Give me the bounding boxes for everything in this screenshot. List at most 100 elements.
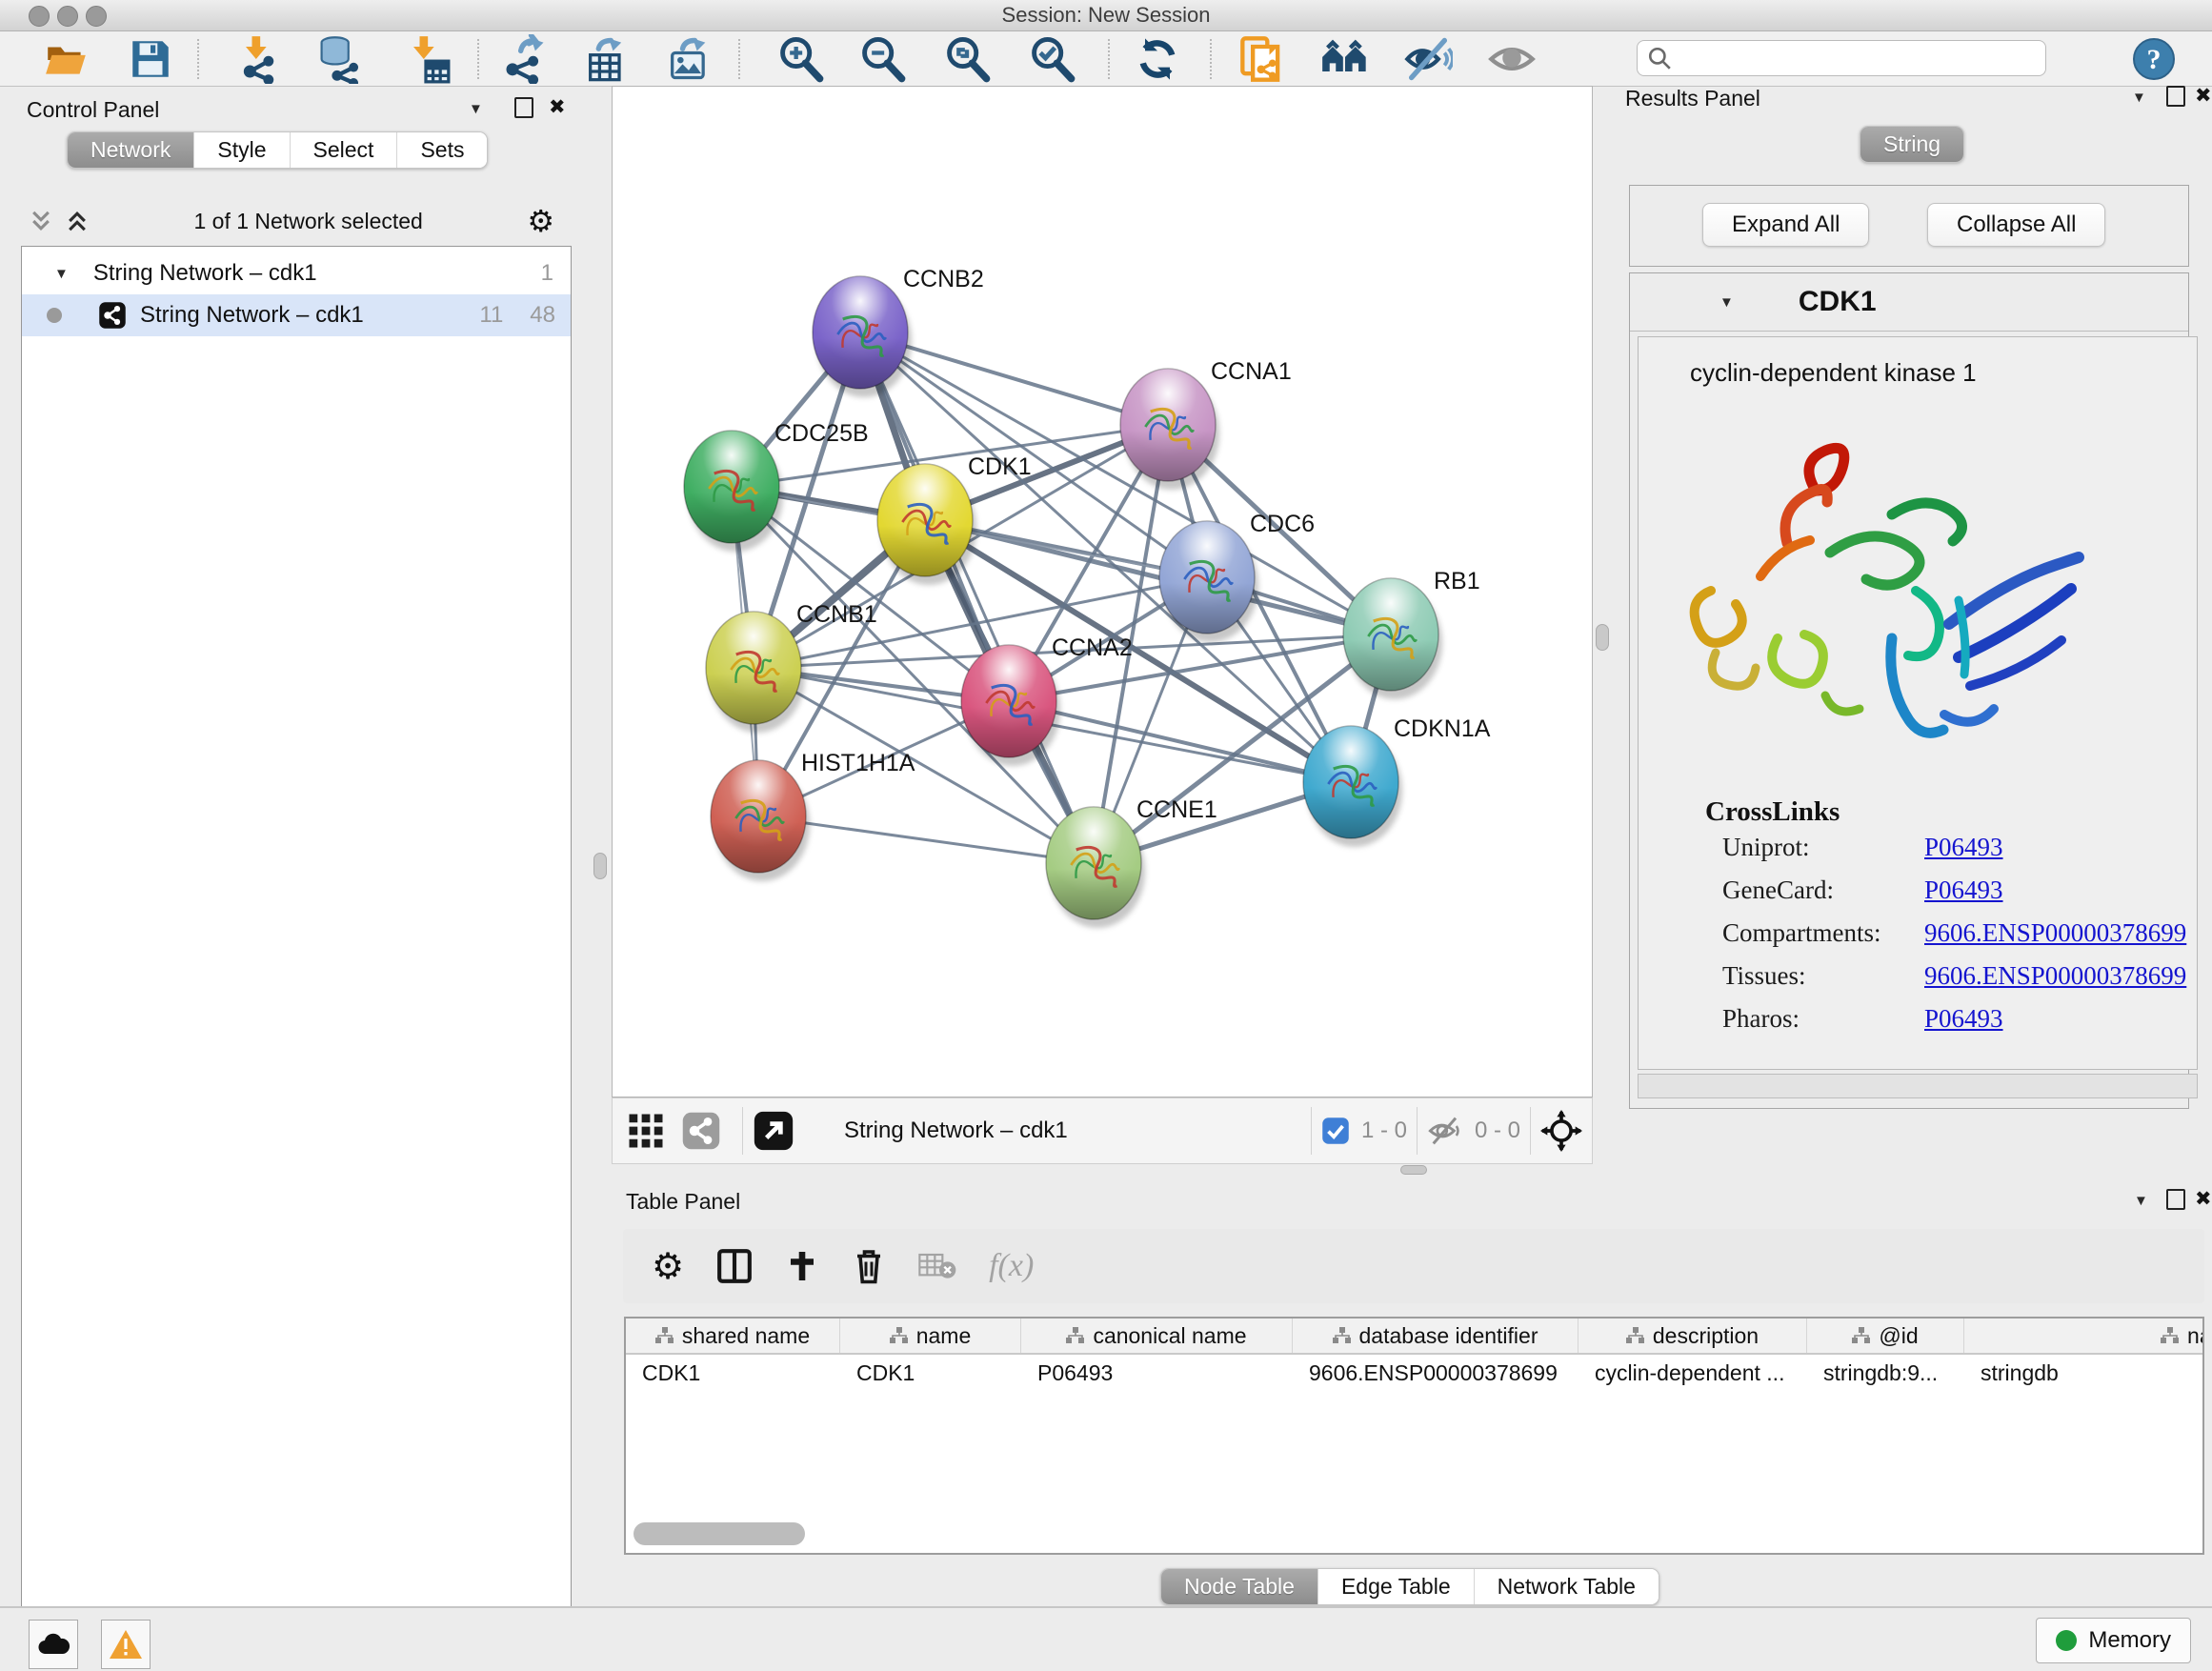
export-network-icon[interactable] [498, 35, 552, 83]
add-column-icon[interactable] [785, 1249, 819, 1283]
table-cell[interactable]: stringdb:9... [1807, 1355, 1964, 1391]
node-CDKN1A[interactable]: CDKN1A [1303, 715, 1491, 847]
search-input[interactable] [1672, 45, 2028, 71]
edge-CCNB2-CCNE1[interactable] [860, 332, 1094, 863]
column-header-name[interactable]: name [840, 1319, 1021, 1353]
crosslink-link[interactable]: 9606.ENSP00000378699 [1924, 961, 2170, 991]
zoom-fit-icon[interactable] [940, 35, 994, 83]
tab-select[interactable]: Select [291, 132, 398, 168]
node-CCNB1[interactable]: CCNB1 [706, 601, 877, 733]
float-panel-icon[interactable] [2166, 1189, 2185, 1216]
table-cell[interactable]: 9606.ENSP00000378699 [1293, 1355, 1579, 1391]
column-header-namespace[interactable]: namespace [1964, 1319, 2204, 1353]
memory-button[interactable]: Memory [2036, 1618, 2191, 1663]
expand-all-networks-icon[interactable] [29, 209, 53, 233]
tab-network-table[interactable]: Network Table [1475, 1569, 1659, 1604]
results-tab-string[interactable]: String [1860, 126, 1964, 163]
column-header-database-identifier[interactable]: database identifier [1293, 1319, 1579, 1353]
delete-column-icon[interactable] [852, 1247, 886, 1285]
search-field[interactable] [1637, 40, 2046, 76]
float-panel-icon[interactable] [514, 97, 533, 124]
table-cell[interactable]: CDK1 [626, 1355, 840, 1391]
crosslink-link[interactable]: P06493 [1924, 876, 2170, 905]
open-file-icon[interactable] [40, 35, 93, 83]
node-CCNB2[interactable]: CCNB2 [813, 266, 984, 397]
network-options-gear-icon[interactable]: ⚙ [527, 203, 554, 239]
clone-network-icon[interactable] [1237, 35, 1290, 83]
close-panel-icon[interactable]: ✖ [2195, 85, 2212, 106]
network-collection-row[interactable]: ▼ String Network – cdk1 1 [22, 252, 571, 294]
node-CCNE1[interactable]: CCNE1 [1046, 796, 1217, 928]
tab-network[interactable]: Network [68, 132, 194, 168]
export-table-icon[interactable] [580, 35, 633, 83]
column-header--id[interactable]: @id [1807, 1319, 1964, 1353]
node-table[interactable]: shared namenamecanonical namedatabase id… [624, 1317, 2204, 1555]
cloud-button[interactable] [29, 1620, 78, 1669]
nested-networks-icon[interactable] [1318, 35, 1372, 83]
import-network-database-icon[interactable] [312, 35, 366, 83]
tab-style[interactable]: Style [194, 132, 290, 168]
crosslink-link[interactable]: 9606.ENSP00000378699 [1924, 918, 2170, 948]
birdseye-navigator-icon[interactable] [1540, 1110, 1582, 1152]
column-header-canonical-name[interactable]: canonical name [1021, 1319, 1293, 1353]
crosslink-label: Tissues: [1722, 961, 1806, 991]
table-hscrollbar[interactable] [633, 1522, 805, 1545]
crosslink-row: Uniprot:P06493 [1722, 833, 2170, 862]
expand-all-button[interactable]: Expand All [1702, 203, 1869, 247]
network-canvas[interactable]: CCNB2CCNA1CDC25BCDK1CDC6RB1CCNB1CCNA2CDK… [612, 86, 1593, 1097]
crosslink-link[interactable]: P06493 [1924, 833, 2170, 862]
network-row[interactable]: String Network – cdk1 11 48 [22, 294, 571, 336]
close-panel-icon[interactable]: ✖ [2195, 1188, 2212, 1209]
column-header-description[interactable]: description [1579, 1319, 1807, 1353]
protein-section-header[interactable]: ▼ CDK1 [1630, 273, 2188, 332]
hidden-eye-icon[interactable] [1427, 1115, 1465, 1147]
table-cell[interactable]: cyclin-dependent ... [1579, 1355, 1807, 1391]
refresh-icon[interactable] [1131, 35, 1184, 83]
function-builder-icon: f(x) [989, 1248, 1034, 1284]
tab-edge-table[interactable]: Edge Table [1318, 1569, 1475, 1604]
table-cell[interactable]: stringdb [1964, 1355, 2204, 1391]
left-splitter[interactable] [591, 86, 610, 1606]
panel-menu-icon[interactable]: ▼ [469, 99, 483, 120]
save-session-icon[interactable] [124, 35, 177, 83]
protein-name: CDK1 [1799, 286, 1877, 318]
table-row[interactable]: CDK1CDK1P064939606.ENSP00000378699cyclin… [626, 1355, 2202, 1391]
network-graph[interactable]: CCNB2CCNA1CDC25BCDK1CDC6RB1CCNB1CCNA2CDK… [613, 87, 1592, 1097]
crosslink-link[interactable]: P06493 [1924, 1004, 2170, 1034]
selected-checkbox-icon[interactable] [1321, 1117, 1350, 1145]
node-CCNA2[interactable]: CCNA2 [961, 634, 1133, 766]
right-splitter[interactable] [1593, 86, 1610, 1174]
show-columns-icon[interactable] [716, 1247, 753, 1285]
node-RB1[interactable]: RB1 [1343, 568, 1480, 699]
float-panel-icon[interactable] [2166, 86, 2185, 112]
show-hide-icon[interactable] [1401, 35, 1455, 83]
warning-button[interactable] [101, 1620, 151, 1669]
network-view-icon[interactable] [681, 1111, 721, 1151]
grid-view-icon[interactable] [626, 1111, 666, 1151]
panel-menu-icon[interactable]: ▼ [2132, 88, 2146, 109]
help-icon[interactable]: ? [2127, 35, 2181, 83]
collapse-all-button[interactable]: Collapse All [1927, 203, 2105, 247]
network-view-title: String Network – cdk1 [844, 1117, 1068, 1144]
collapse-section-icon[interactable]: ▼ [1719, 294, 1734, 311]
zoom-in-icon[interactable] [774, 35, 827, 83]
panel-menu-icon[interactable]: ▼ [2134, 1191, 2148, 1212]
import-network-file-icon[interactable] [231, 35, 285, 83]
detach-view-icon[interactable] [753, 1110, 794, 1152]
export-image-icon[interactable] [662, 35, 715, 83]
column-header-shared-name[interactable]: shared name [626, 1319, 840, 1353]
tab-node-table[interactable]: Node Table [1161, 1569, 1318, 1604]
import-table-icon[interactable] [399, 35, 452, 83]
table-options-gear-icon[interactable]: ⚙ [652, 1245, 684, 1287]
node-HIST1H1A[interactable]: HIST1H1A [711, 750, 915, 881]
results-scrollbar[interactable] [1638, 1074, 2198, 1098]
tab-sets[interactable]: Sets [397, 132, 487, 168]
table-cell[interactable]: CDK1 [840, 1355, 1021, 1391]
table-cell[interactable]: P06493 [1021, 1355, 1293, 1391]
zoom-out-icon[interactable] [855, 35, 909, 83]
close-panel-icon[interactable]: ✖ [549, 96, 566, 117]
collection-expand-icon[interactable]: ▼ [54, 266, 69, 282]
node-CCNA1[interactable]: CCNA1 [1120, 358, 1292, 490]
zoom-selected-icon[interactable] [1025, 35, 1078, 83]
collapse-all-networks-icon[interactable] [65, 209, 90, 233]
